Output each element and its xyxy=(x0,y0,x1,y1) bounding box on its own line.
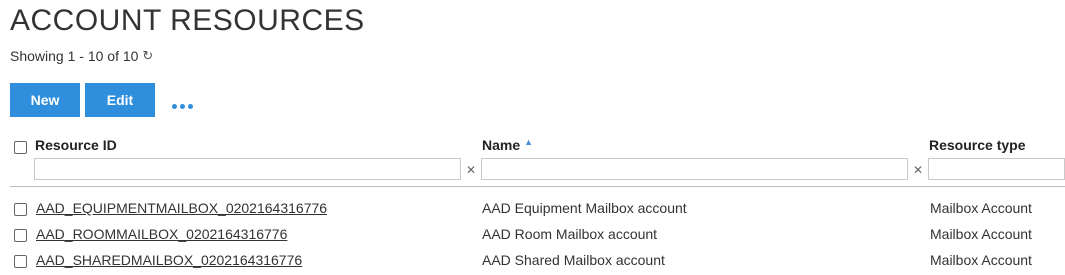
column-header-resource-type[interactable]: Resource type xyxy=(929,137,1025,153)
more-horizontal-icon[interactable] xyxy=(172,92,196,112)
page-title: ACCOUNT RESOURCES xyxy=(10,4,365,37)
name-cell: AAD Equipment Mailbox account xyxy=(482,200,687,216)
column-label: Resource type xyxy=(929,137,1026,153)
clear-filter-icon[interactable]: ✕ xyxy=(466,163,476,177)
select-all-checkbox[interactable] xyxy=(14,141,27,154)
row-checkbox[interactable] xyxy=(14,229,27,242)
edit-button[interactable]: Edit xyxy=(85,83,155,117)
refresh-icon[interactable]: ↻ xyxy=(142,48,153,64)
column-header-resource-id[interactable]: Resource ID xyxy=(35,137,117,153)
column-label: Name xyxy=(482,137,521,153)
table-row[interactable]: AAD_ROOMMAILBOX_0202164316776 AAD Room M… xyxy=(0,222,1065,248)
name-cell: AAD Room Mailbox account xyxy=(482,226,658,242)
resource-type-cell: Mailbox Account xyxy=(930,200,1032,216)
resource-id-link[interactable]: AAD_SHAREDMAILBOX_0202164316776 xyxy=(36,252,302,268)
new-button[interactable]: New xyxy=(10,83,80,117)
sort-ascending-icon: ▲ xyxy=(524,137,534,147)
filter-resource-type-input[interactable] xyxy=(928,158,1065,180)
name-cell: AAD Shared Mailbox account xyxy=(482,252,665,268)
resource-id-link[interactable]: AAD_ROOMMAILBOX_0202164316776 xyxy=(36,226,287,242)
table-row[interactable]: AAD_EQUIPMENTMAILBOX_0202164316776 AAD E… xyxy=(0,196,1065,222)
header-divider xyxy=(10,186,1065,187)
row-checkbox[interactable] xyxy=(14,203,27,216)
column-header-name[interactable]: Name ▲ xyxy=(482,137,533,153)
resource-type-cell: Mailbox Account xyxy=(930,226,1032,242)
filter-resource-id-input[interactable] xyxy=(34,158,461,180)
filter-name-input[interactable] xyxy=(481,158,908,180)
resource-id-link[interactable]: AAD_EQUIPMENTMAILBOX_0202164316776 xyxy=(36,200,327,216)
table-row[interactable]: AAD_SHAREDMAILBOX_0202164316776 AAD Shar… xyxy=(0,248,1065,274)
showing-text: Showing 1 - 10 of 10 xyxy=(10,48,139,64)
record-count: Showing 1 - 10 of 10 ↻ xyxy=(10,48,153,64)
column-label: Resource ID xyxy=(35,137,117,153)
resource-type-cell: Mailbox Account xyxy=(930,252,1032,268)
row-checkbox[interactable] xyxy=(14,255,27,268)
clear-filter-icon[interactable]: ✕ xyxy=(913,163,923,177)
